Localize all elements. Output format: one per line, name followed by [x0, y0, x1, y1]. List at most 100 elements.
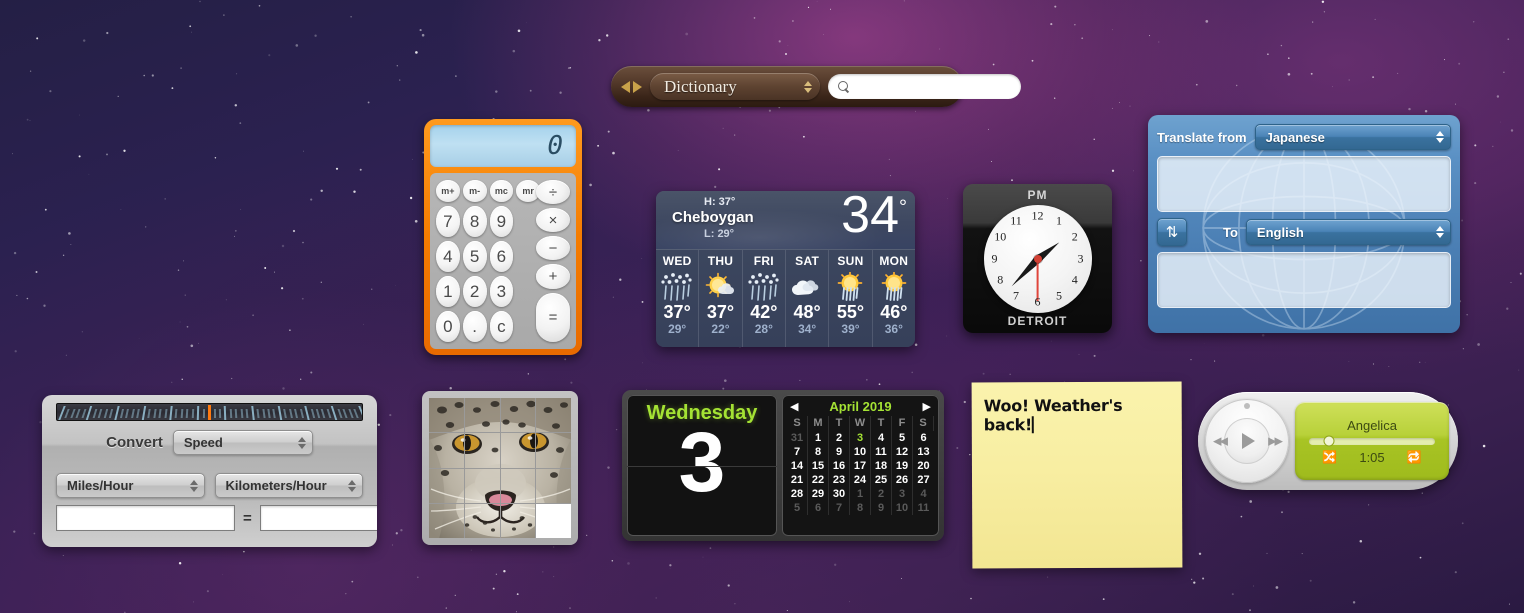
translate-from-select[interactable]: Japanese: [1254, 124, 1451, 150]
translate-widget[interactable]: Translate from Japanese ⇅ To English: [1148, 115, 1460, 333]
calendar-day-cell[interactable]: 6: [808, 501, 829, 515]
calc-key-1[interactable]: 1: [436, 276, 460, 307]
calendar-day-cell[interactable]: 15: [808, 459, 829, 473]
calc-key-mplus[interactable]: m+: [436, 180, 460, 202]
shuffle-icon[interactable]: 🔀: [1322, 450, 1337, 464]
dictionary-nav[interactable]: [621, 80, 642, 93]
tile-game-tile[interactable]: [429, 468, 464, 503]
converter-from-unit-select[interactable]: Miles/Hour: [56, 473, 205, 498]
calendar-day-cell[interactable]: 23: [829, 473, 850, 487]
calendar-day-cell[interactable]: 10: [892, 501, 913, 515]
calendar-next-month-button[interactable]: ▶: [923, 400, 931, 413]
calendar-day-cell[interactable]: 19: [892, 459, 913, 473]
dictionary-search-input[interactable]: [856, 79, 1011, 94]
tile-game-tile[interactable]: [429, 503, 464, 538]
calendar-day-cell[interactable]: 11: [913, 501, 934, 515]
calc-key-8[interactable]: 8: [462, 206, 487, 237]
calendar-day-cell[interactable]: 4: [871, 431, 892, 445]
calendar-day-cell[interactable]: 16: [829, 459, 850, 473]
itunes-progress-knob[interactable]: [1324, 436, 1334, 446]
tile-game-tile[interactable]: [464, 433, 500, 468]
swap-arrows-icon[interactable]: ⇅: [1157, 218, 1187, 246]
calendar-day-cell[interactable]: 30: [829, 487, 850, 501]
calc-key-equals[interactable]: =: [536, 292, 570, 342]
chevron-updown-icon[interactable]: [297, 436, 306, 449]
chevron-updown-icon[interactable]: [189, 479, 198, 492]
calendar-day-cell[interactable]: 17: [850, 459, 871, 473]
calendar-day-cell[interactable]: 26: [892, 473, 913, 487]
calendar-day-cell[interactable]: 4: [913, 487, 934, 501]
calendar-day-cell[interactable]: 28: [787, 487, 808, 501]
calendar-day-cell[interactable]: 25: [871, 473, 892, 487]
calc-key-divide[interactable]: ÷: [536, 180, 570, 205]
calendar-day-cell[interactable]: 10: [850, 445, 871, 459]
dictionary-source-select[interactable]: Dictionary: [650, 73, 820, 100]
calendar-day-cell[interactable]: 29: [808, 487, 829, 501]
calendar-day-cell[interactable]: 21: [787, 473, 808, 487]
tile-game-tile[interactable]: [464, 468, 500, 503]
itunes-widget[interactable]: ◀◀ ▶▶ Angelica 🔀 1:05 🔁: [1198, 392, 1458, 490]
tile-game-tile[interactable]: [536, 398, 571, 433]
tile-game-tile[interactable]: [500, 433, 536, 468]
calendar-day-today[interactable]: 3: [850, 431, 871, 445]
dictionary-widget[interactable]: Dictionary: [611, 66, 1021, 107]
triangle-right-icon[interactable]: [633, 80, 642, 93]
calendar-day-cell[interactable]: 5: [892, 431, 913, 445]
dictionary-search-box[interactable]: [828, 74, 1021, 99]
calc-key-5[interactable]: 5: [462, 241, 487, 272]
calendar-day-cell[interactable]: 5: [787, 501, 808, 515]
calendar-day-cell[interactable]: 11: [871, 445, 892, 459]
calendar-day-cell[interactable]: 7: [829, 501, 850, 515]
play-button[interactable]: [1224, 418, 1270, 464]
calendar-day-cell[interactable]: 1: [850, 487, 871, 501]
calc-key-decimal[interactable]: .: [462, 311, 487, 342]
calendar-widget[interactable]: Wednesday 3 ◀ April 2019 ▶ S M T W T F S 31 1 2 3 4…: [622, 390, 944, 541]
tile-game-tile[interactable]: [500, 398, 536, 433]
converter-category-select[interactable]: Speed: [172, 430, 313, 455]
tile-game-widget[interactable]: [422, 391, 578, 545]
calendar-day-cell[interactable]: 6: [913, 431, 934, 445]
clock-widget[interactable]: PM 12 1 2 3 4 5 6 7 8 9 10 11 DETROIT: [963, 184, 1112, 333]
calc-key-2[interactable]: 2: [462, 276, 487, 307]
rewind-icon[interactable]: ◀◀: [1213, 435, 1228, 448]
chevron-updown-icon[interactable]: [348, 479, 356, 492]
calendar-day-cell[interactable]: 3: [892, 487, 913, 501]
converter-from-input[interactable]: [56, 505, 235, 531]
calendar-day-cell[interactable]: 13: [913, 445, 934, 459]
calendar-day-cell[interactable]: 18: [871, 459, 892, 473]
calc-key-3[interactable]: 3: [489, 276, 514, 307]
calendar-day-cell[interactable]: 8: [850, 501, 871, 515]
chevron-updown-icon[interactable]: [804, 80, 812, 93]
calendar-day-cell[interactable]: 12: [892, 445, 913, 459]
calendar-day-cell[interactable]: 27: [913, 473, 934, 487]
tile-game-tile[interactable]: [429, 433, 464, 468]
chevron-updown-icon[interactable]: [1436, 226, 1444, 238]
tile-game-grid[interactable]: [429, 398, 571, 538]
calendar-day-cell[interactable]: 7: [787, 445, 808, 459]
tile-game-tile[interactable]: [500, 468, 536, 503]
stickies-widget[interactable]: Woo! Weather's back!: [971, 381, 1183, 569]
calendar-day-cell[interactable]: 22: [808, 473, 829, 487]
calc-key-mminus[interactable]: m-: [462, 180, 487, 202]
calendar-day-cell[interactable]: 9: [871, 501, 892, 515]
calendar-day-cell[interactable]: 31: [787, 431, 808, 445]
converter-to-unit-select[interactable]: Kilometers/Hour: [214, 473, 363, 498]
calc-key-0[interactable]: 0: [436, 311, 460, 342]
calc-key-9[interactable]: 9: [489, 206, 514, 237]
calendar-day-cell[interactable]: 8: [808, 445, 829, 459]
calc-key-4[interactable]: 4: [436, 241, 460, 272]
tile-game-tile[interactable]: [464, 503, 500, 538]
sticky-note-text[interactable]: Woo! Weather's back!: [984, 396, 1170, 435]
translate-to-select[interactable]: English: [1245, 219, 1451, 245]
tile-game-tile[interactable]: [500, 503, 536, 538]
converter-to-input[interactable]: [259, 505, 377, 531]
repeat-icon[interactable]: 🔁: [1407, 450, 1422, 464]
calendar-day-cell[interactable]: 2: [829, 431, 850, 445]
unit-converter-widget[interactable]: Convert Speed Miles/Hour Kilometers/Hour…: [42, 395, 377, 547]
calendar-day-cell[interactable]: 1: [808, 431, 829, 445]
itunes-control-wheel[interactable]: ◀◀ ▶▶: [1205, 399, 1289, 483]
calendar-day-grid[interactable]: S M T W T F S 31 1 2 3 4 5 6 7 8 9 10 11 12 13 14 15 16 17 18 19 20…: [787, 416, 934, 515]
tile-game-tile[interactable]: [536, 433, 571, 468]
calc-key-subtract[interactable]: −: [536, 236, 570, 261]
triangle-left-icon[interactable]: [621, 80, 630, 93]
